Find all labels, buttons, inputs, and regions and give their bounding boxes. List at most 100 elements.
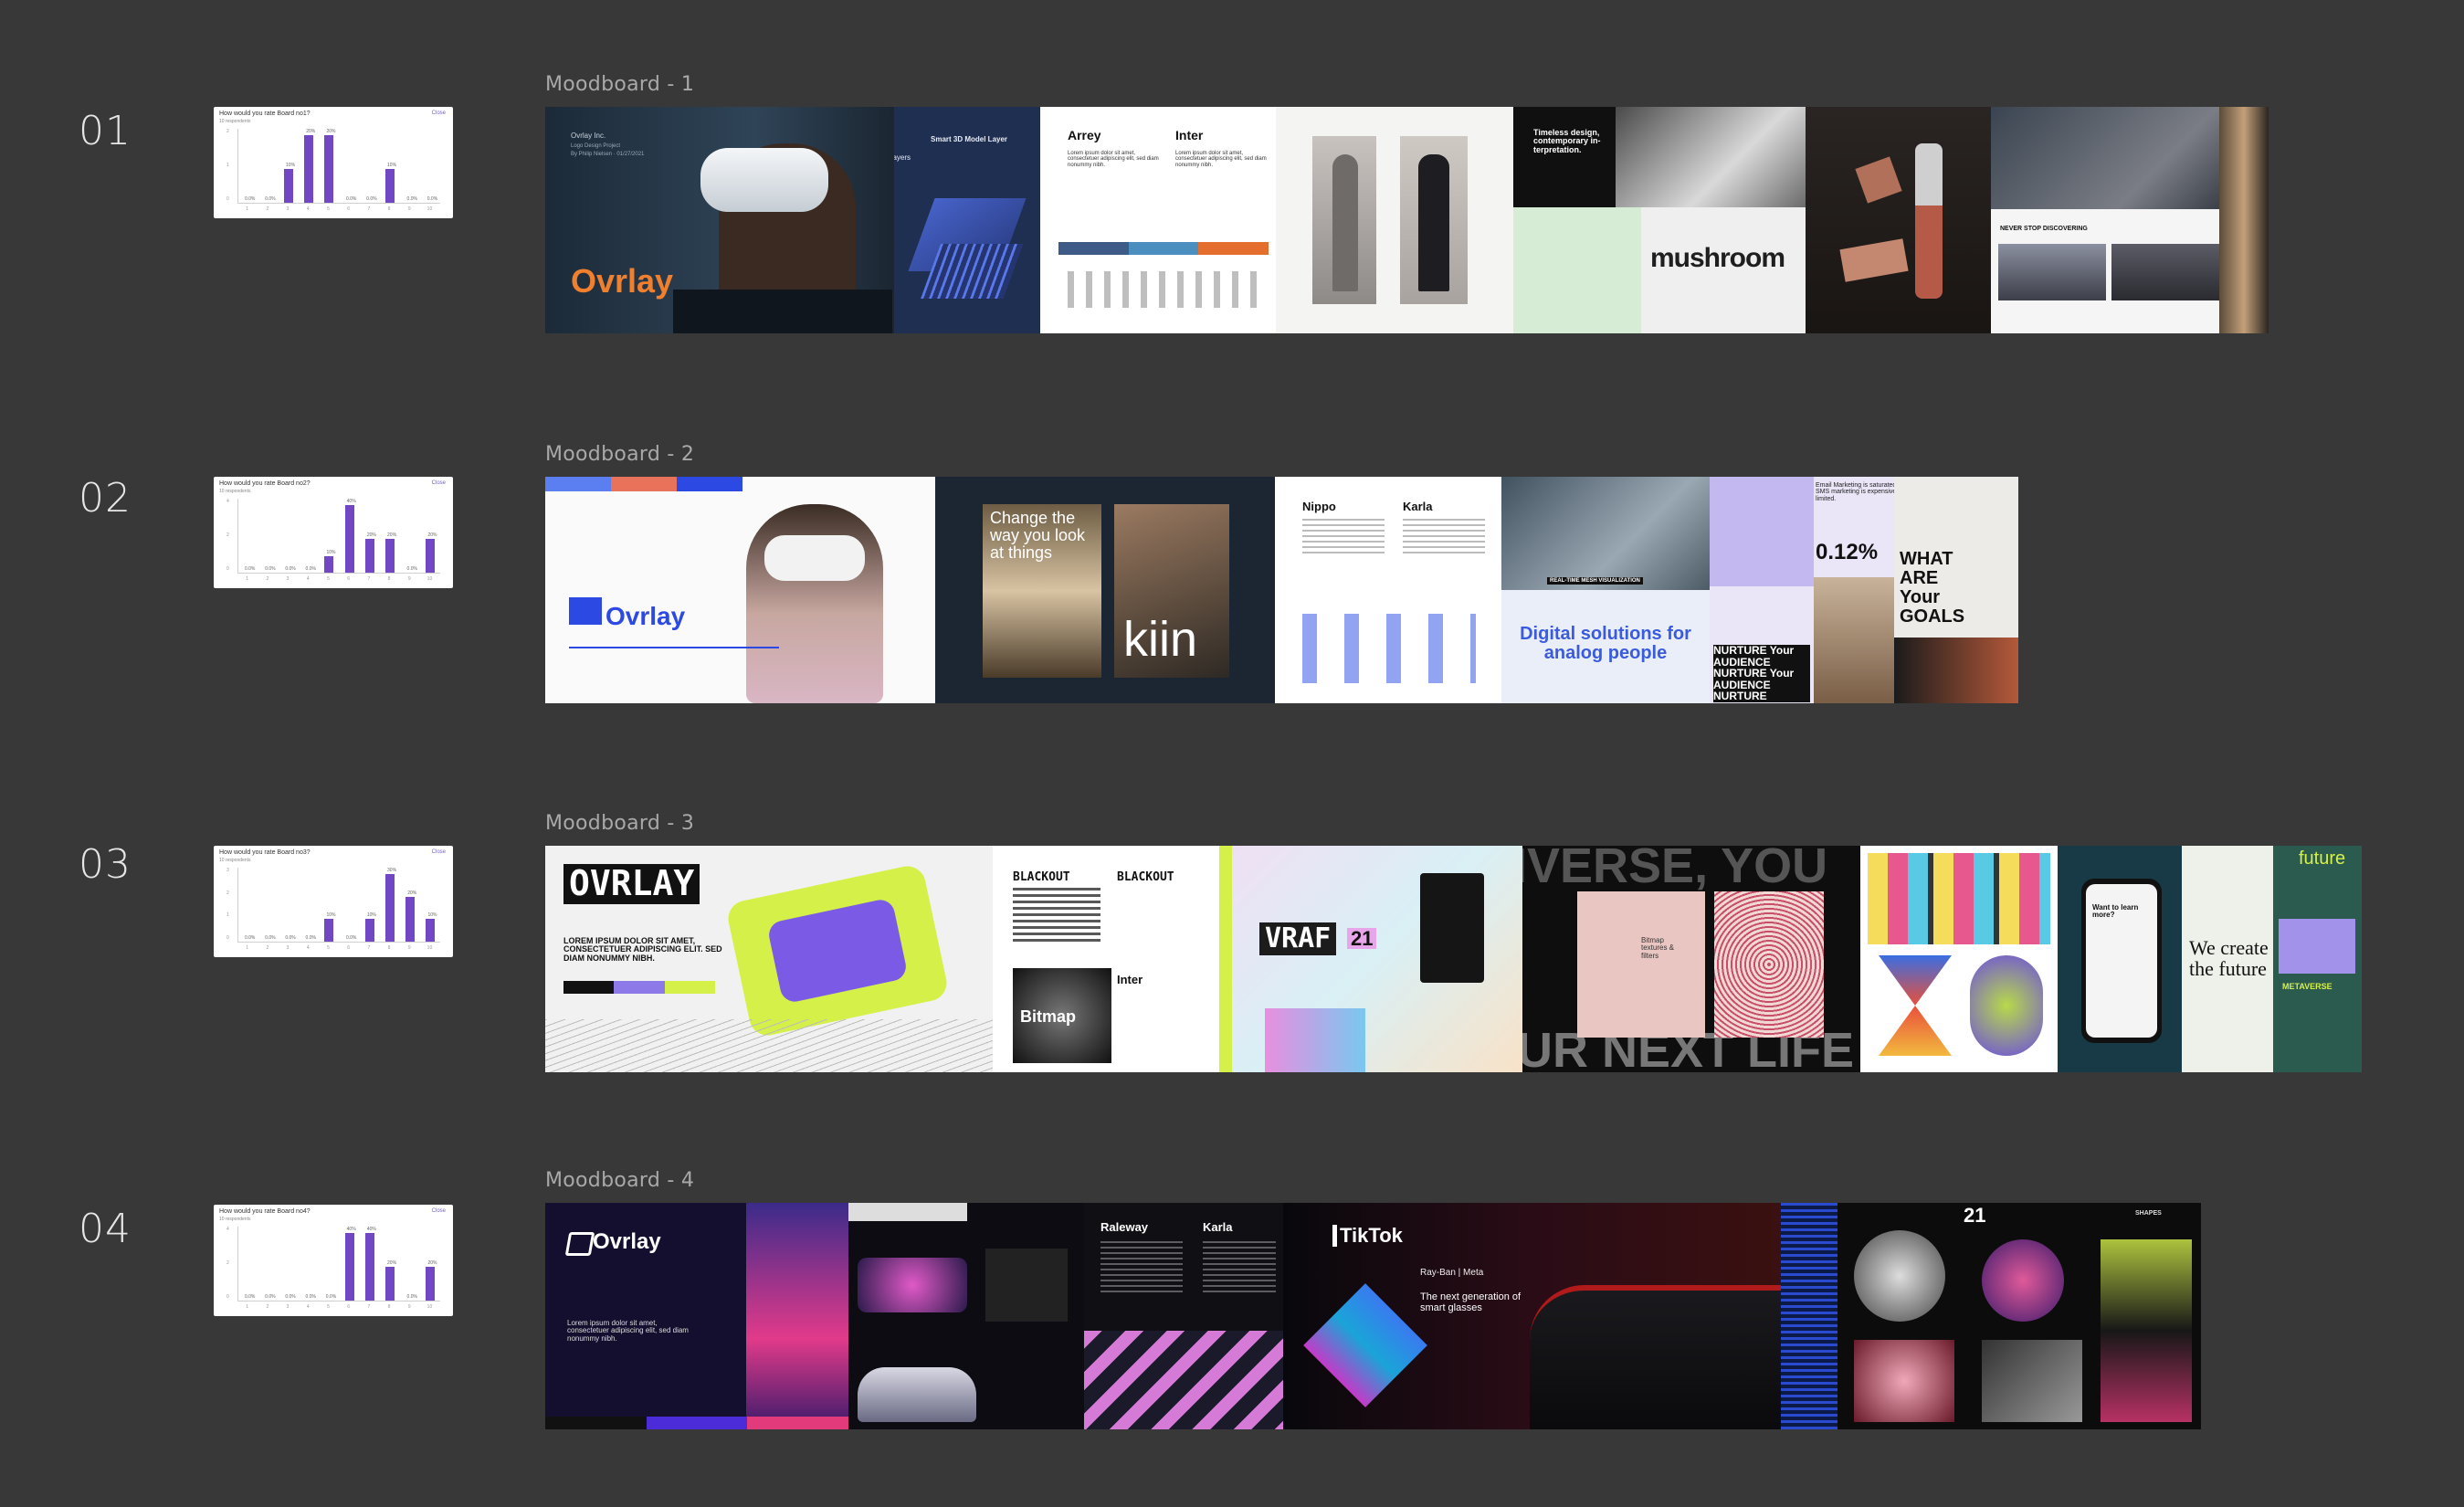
tile-metaverse: We create the future future METAVERSE xyxy=(2182,846,2362,1072)
moodboard-strip[interactable]: Ovrlay Change the way you look at things… xyxy=(545,477,2018,703)
percent-text: 0.12% xyxy=(1816,540,1879,564)
x-tick-label: 8 xyxy=(387,1304,391,1310)
never-stop-text: NEVER STOP DISCOVERING xyxy=(2000,226,2088,232)
y-tick-label: 2 xyxy=(226,1260,229,1266)
tile-timeless: Timeless design, contemporary in- terpre… xyxy=(1513,107,1806,333)
mushroom-text: mushroom xyxy=(1650,243,1785,273)
bar-value-label: 0.0% xyxy=(426,196,438,202)
moodboard-row-4: 04 How would you rate Board no4? 10 respo… xyxy=(0,1169,2464,1443)
bar-value-label: 10% xyxy=(326,549,336,555)
bar-value-label: 10% xyxy=(427,912,437,919)
header-small: Ovrlay Inc. xyxy=(571,132,606,140)
lorem-caps: LOREM IPSUM DOLOR SIT AMET, CONSECTETUER… xyxy=(563,936,722,963)
x-tick-label: 8 xyxy=(387,945,391,951)
moodboard-strip[interactable]: OVRLAY LOREM IPSUM DOLOR SIT AMET, CONSE… xyxy=(545,846,2362,1072)
x-tick-label: 5 xyxy=(327,1304,330,1310)
tile-mesh: REAL-TIME MESH VISUALIZATION Digital sol… xyxy=(1501,477,1710,703)
tile-blackout: BLACKOUT BLACKOUT Bitmap Inter xyxy=(993,846,1219,1072)
want-text: Want to learn more? xyxy=(2092,903,2139,920)
thumbnail-plot: 2 1 0 0.0% 1 0.0% 2 10% 3 20% 4 20% 5 0.0% 6 0.0% 7 10% 8 0… xyxy=(226,129,440,212)
x-tick-label: 7 xyxy=(367,576,371,582)
layers-label: Layers xyxy=(894,153,911,162)
x-tick-label: 4 xyxy=(306,206,310,212)
close-button[interactable]: Close xyxy=(432,111,446,116)
tile-change: Change the way you look at things kiin xyxy=(935,477,1275,703)
blackout-b: BLACKOUT xyxy=(1117,870,1174,884)
ovrlay-word: Ovrlay xyxy=(593,1229,661,1254)
x-axis-line xyxy=(237,203,440,204)
bar-value-label: 20% xyxy=(326,129,336,134)
tile-ovrlay-lime: OVRLAY LOREM IPSUM DOLOR SIT AMET, CONSE… xyxy=(545,846,993,1072)
row-number: 01 xyxy=(79,108,132,154)
rating-thumbnail[interactable]: How would you rate Board no4? 10 responde… xyxy=(214,1205,453,1316)
rating-bar xyxy=(385,169,395,203)
row-number: 04 xyxy=(79,1206,132,1252)
x-tick-label: 8 xyxy=(387,576,391,582)
bitmap-text: Bitmap xyxy=(1020,1007,1077,1026)
bar-value-label: 0.0% xyxy=(366,196,377,202)
rating-thumbnail[interactable]: How would you rate Board no3? 10 responde… xyxy=(214,846,453,957)
x-tick-label: 10 xyxy=(426,1304,433,1310)
thumbnail-subtitle: 10 respondents xyxy=(219,1217,251,1222)
vr-headset xyxy=(700,148,828,212)
future-text: future xyxy=(2299,848,2346,869)
bar-value-label: 40% xyxy=(366,1227,376,1232)
y-tick-label: 2 xyxy=(226,129,229,134)
y-axis-line xyxy=(237,868,238,943)
bar-value-label: 10% xyxy=(326,912,336,919)
tile-vraf: VRAF 21 xyxy=(1219,846,1522,1072)
bar-value-label: 0.0% xyxy=(325,1294,337,1300)
x-tick-label: 3 xyxy=(286,576,290,582)
bar-value-label: 0.0% xyxy=(406,566,417,572)
moodboard-title: Moodboard - 4 xyxy=(545,1169,695,1192)
y-tick-label: 0 xyxy=(226,566,229,572)
moodboard-row-2: 0 2 How would you rate Board no2? 10 respo… xyxy=(0,443,2464,717)
change-text: Change the way you look at things xyxy=(990,509,1086,562)
thumbnail-question: How would you rate Board no4? xyxy=(219,1208,311,1215)
tile-ovrlay-dark: Ovrlay Lorem ipsum dolor sit amet, conse… xyxy=(545,1203,848,1429)
thumbnail-plot: 4 2 0 0.0% 1 0.0% 2 0.0% 3 0.0% 4 0.0% 5 40% 6 40% 7 20% 8… xyxy=(226,1227,440,1310)
y-tick-label: 0 xyxy=(226,196,229,202)
tile-car xyxy=(848,1203,1084,1429)
thumbnail-question: How would you rate Board no3? xyxy=(219,849,311,856)
moodboard-strip[interactable]: Ovrlay Lorem ipsum dolor sit amet, conse… xyxy=(545,1203,2201,1429)
x-tick-label: 2 xyxy=(266,945,269,951)
rating-thumbnail[interactable]: How would you rate Board no1? 10 responde… xyxy=(214,107,453,218)
moodboard-title: Moodboard - 2 xyxy=(545,443,695,466)
rating-thumbnail[interactable]: How would you rate Board no2? 10 responde… xyxy=(214,477,453,588)
y-tick-label: 3 xyxy=(226,868,229,873)
kiin-text: kiin xyxy=(1123,612,1198,667)
moodboard-row-1: 01 How would you rate Board no1? 10 respo… xyxy=(0,73,2464,347)
close-button[interactable]: Close xyxy=(432,480,446,486)
x-tick-label: 1 xyxy=(246,1304,249,1310)
bar-value-label: 0.0% xyxy=(305,566,316,572)
font-b: Karla xyxy=(1403,500,1433,513)
lorem-text: Lorem ipsum dolor sit amet, consectetuer… xyxy=(567,1319,689,1343)
tile-mtv xyxy=(1860,846,2058,1072)
x-tick-label: 5 xyxy=(327,576,330,582)
tile-never-stop: NEVER STOP DISCOVERING xyxy=(1991,107,2269,333)
close-button[interactable]: Close xyxy=(432,1208,446,1214)
y-axis-line xyxy=(237,499,238,574)
lorem: Lorem ipsum dolor sit amet, consectetuer… xyxy=(1175,151,1267,168)
close-button[interactable]: Close xyxy=(432,849,446,855)
rating-bar xyxy=(324,135,334,203)
nurture-text: NURTURE Your AUDIENCE NURTURE Your AUDIE… xyxy=(1713,645,1810,702)
x-tick-label: 3 xyxy=(286,206,290,212)
realtime-label: REAL-TIME MESH VISUALIZATION xyxy=(1547,577,1643,585)
smart-layer-title: Smart 3D Model Layer xyxy=(931,135,1008,143)
x-tick-label: 7 xyxy=(367,1304,371,1310)
tile-phone: Want to learn more? xyxy=(2058,846,2182,1072)
we-create-text: We create the future xyxy=(2189,936,2269,981)
y-tick-label: 2 xyxy=(226,532,229,538)
x-tick-label: 6 xyxy=(347,576,351,582)
rating-bar xyxy=(324,555,334,573)
moodboard-strip[interactable]: Ovrlay Inc. Logo Design Project By Phili… xyxy=(545,107,2269,333)
x-tick-label: 4 xyxy=(306,1304,310,1310)
bar-value-label: 20% xyxy=(407,890,417,896)
y-tick-label: 1 xyxy=(226,912,229,919)
header-line: Logo Design Project xyxy=(571,143,621,149)
font-a: Arrey xyxy=(1068,128,1101,142)
x-tick-label: 4 xyxy=(306,576,310,582)
bar-value-label: 30% xyxy=(387,868,397,873)
